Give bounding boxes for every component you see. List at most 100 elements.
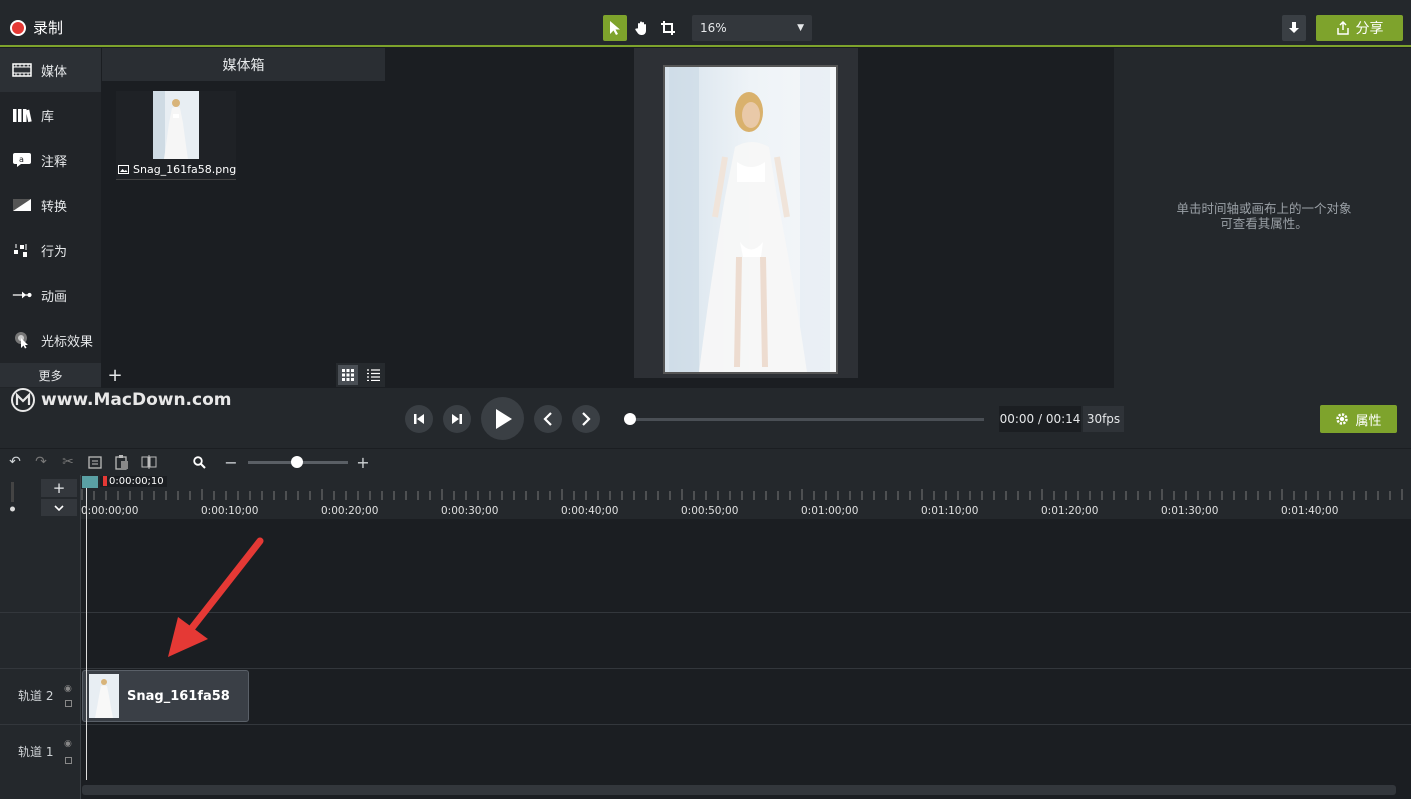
ruler-tick-label: 0:00:50;00 xyxy=(681,505,739,517)
sidebar-item-label: 光标效果 xyxy=(41,334,94,350)
playhead-time: 0:00:00;10 xyxy=(100,476,167,487)
ruler-tick-label: 0:01:20;00 xyxy=(1041,505,1099,517)
zoom-value: 16% xyxy=(700,21,727,35)
track-height-icon[interactable] xyxy=(8,482,16,512)
lock-icon[interactable] xyxy=(65,700,72,707)
undo-icon[interactable]: ↶ xyxy=(6,453,24,471)
record-button[interactable]: 录制 xyxy=(10,17,63,38)
ruler-tick-label: 0:01:40;00 xyxy=(1281,505,1339,517)
media-thumbnail xyxy=(153,91,199,159)
zoom-in-icon[interactable]: + xyxy=(354,453,372,472)
share-button[interactable]: 分享 xyxy=(1316,15,1403,41)
red-arrow-annotation xyxy=(168,537,264,657)
watermark-text: www.MacDown.com xyxy=(41,390,232,410)
view-toggle xyxy=(336,363,385,387)
playhead-handle[interactable] xyxy=(82,476,98,488)
play-button[interactable] xyxy=(481,397,524,440)
chevron-left-icon xyxy=(543,412,552,426)
zoom-select[interactable]: 16% ▼ xyxy=(692,15,812,41)
sidebar-item-media[interactable]: 媒体 xyxy=(0,48,101,92)
download-icon[interactable] xyxy=(1282,15,1306,41)
ruler-tick-label: 0:00:10;00 xyxy=(201,505,259,517)
svg-text:a: a xyxy=(19,155,24,164)
share-label: 分享 xyxy=(1355,21,1384,37)
watermark: www.MacDown.com xyxy=(11,388,231,412)
more-button[interactable]: 更多 xyxy=(0,363,101,387)
step-back-button[interactable] xyxy=(405,405,433,433)
chevron-right-icon xyxy=(582,412,591,426)
track-divider xyxy=(0,668,1411,669)
step-back-icon xyxy=(414,414,424,424)
sidebar-item-label: 注释 xyxy=(41,154,68,170)
next-button[interactable] xyxy=(572,405,600,433)
cut-icon[interactable]: ✂ xyxy=(59,453,77,471)
timeline-scrollbar[interactable] xyxy=(82,785,1396,795)
grid-view-icon[interactable] xyxy=(338,365,358,385)
sidebar-item-annotations[interactable]: a 注释 xyxy=(0,138,101,182)
timeline-tracks[interactable] xyxy=(81,519,1411,784)
list-view-icon[interactable] xyxy=(363,365,383,385)
film-icon xyxy=(12,62,32,78)
playhead-line xyxy=(86,488,87,780)
media-bin-title: 媒体箱 xyxy=(102,48,385,81)
properties-button[interactable]: 属性 xyxy=(1320,405,1397,433)
sidebar-item-animations[interactable]: 动画 xyxy=(0,273,101,317)
select-tool-icon[interactable] xyxy=(603,15,627,41)
record-icon xyxy=(10,19,26,36)
sidebar-item-transitions[interactable]: 转换 xyxy=(0,183,101,227)
eye-icon[interactable]: ◉ xyxy=(64,684,72,694)
lock-icon[interactable] xyxy=(65,757,72,764)
ruler-tick-label: 0:00:20;00 xyxy=(321,505,379,517)
sidebar-item-label: 动画 xyxy=(41,289,68,305)
ruler-tick-label: 0:01:30;00 xyxy=(1161,505,1219,517)
clip-thumbnail xyxy=(89,674,119,718)
sidebar-item-behaviors[interactable]: 行为 xyxy=(0,228,101,272)
scrubber-handle[interactable] xyxy=(623,413,636,425)
copy-icon[interactable] xyxy=(86,453,104,471)
pan-hand-icon[interactable] xyxy=(630,15,654,41)
ruler-tick-label: 0:01:10;00 xyxy=(921,505,979,517)
image-file-icon xyxy=(118,165,129,174)
timeline-clip[interactable]: Snag_161fa58 xyxy=(82,670,249,722)
zoom-search-icon[interactable] xyxy=(190,453,208,471)
previous-button[interactable] xyxy=(534,405,562,433)
ruler-tick-label: 0:00:40;00 xyxy=(561,505,619,517)
zoom-out-icon[interactable]: − xyxy=(222,453,240,472)
eye-icon[interactable]: ◉ xyxy=(64,739,72,749)
paste-icon[interactable] xyxy=(113,453,131,471)
ruler-tick-label: 0:01:00;00 xyxy=(801,505,859,517)
chevron-down-icon: ▼ xyxy=(797,23,804,33)
sidebar-item-library[interactable]: 库 xyxy=(0,93,101,137)
track-1-label: 轨道 1 xyxy=(18,745,54,759)
timeline-zoom-handle[interactable] xyxy=(291,456,303,468)
clip-label: Snag_161fa58 xyxy=(127,688,230,704)
sidebar-item-label: 媒体 xyxy=(41,64,68,80)
behavior-icon xyxy=(12,242,32,258)
macdown-logo-icon xyxy=(11,388,35,412)
cursor-effect-icon xyxy=(12,332,32,349)
share-icon xyxy=(1336,21,1349,35)
record-label: 录制 xyxy=(33,19,64,37)
fps-display[interactable]: 30fps xyxy=(1083,406,1124,432)
split-icon[interactable] xyxy=(140,453,158,471)
playback-scrubber[interactable] xyxy=(626,418,984,421)
sidebar-item-label: 转换 xyxy=(41,199,68,215)
playhead-time-text: 0:00:00;10 xyxy=(109,476,164,487)
add-track-icon[interactable]: + xyxy=(41,479,77,497)
media-item-name: Snag_161fa58.png xyxy=(133,163,237,176)
ruler-tick-label: 0:00:00;00 xyxy=(81,505,139,517)
chevron-down-icon[interactable] xyxy=(41,499,77,516)
crop-icon[interactable] xyxy=(656,15,680,41)
animation-icon xyxy=(12,287,32,303)
timeline-toolbar xyxy=(0,449,1411,475)
play-icon xyxy=(495,408,512,429)
canvas-image[interactable] xyxy=(663,65,838,374)
library-icon xyxy=(12,107,32,123)
sidebar-item-label: 行为 xyxy=(41,244,68,260)
step-forward-button[interactable] xyxy=(443,405,471,433)
sidebar-item-cursor-effects[interactable]: 光标效果 xyxy=(0,318,101,362)
properties-hint-line1: 单击时间轴或画布上的一个对象 xyxy=(1176,201,1352,216)
add-icon[interactable]: + xyxy=(102,363,128,387)
media-item-label: Snag_161fa58.png xyxy=(118,163,236,176)
redo-icon[interactable]: ↷ xyxy=(32,453,50,471)
